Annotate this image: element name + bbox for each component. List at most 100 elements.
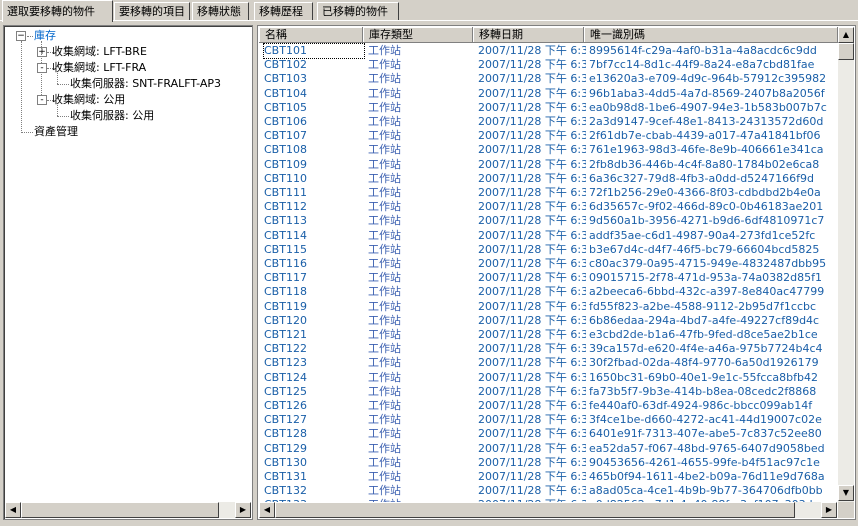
table-row[interactable]: CBT121 工作站 2007/11/28 下午 6:32:14e3cbd2de-b… [259, 328, 839, 342]
cell-migration-date: 2007/11/28 下午 6:32:14 [478, 399, 586, 412]
cell-inventory-type: 工作站 [368, 115, 401, 128]
cell-unique-id: 30f2fbad-02da-48f4-9770-6a50d1926179 [589, 356, 819, 370]
table-row[interactable]: CBT131 工作站 2007/11/28 下午 6:32:14465b0f94-1… [259, 470, 839, 484]
tree-connector [21, 41, 22, 131]
table-row[interactable]: CBT122 工作站 2007/11/28 下午 6:32:1439ca157d-e… [259, 342, 839, 356]
table-row[interactable]: CBT117 工作站 2007/11/28 下午 6:32:1409015715-2… [259, 271, 839, 285]
cell-inventory-type: 工作站 [368, 441, 401, 455]
table-row[interactable]: CBT129 工作站 2007/11/28 下午 6:32:14ea52da57-f… [259, 442, 839, 456]
cell-migration-date: 2007/11/28 下午 6:32:14 [478, 214, 586, 228]
cell-name: CBT106 [264, 115, 307, 128]
table-row[interactable]: CBT130 工作站 2007/11/28 下午 6:32:1490453656-4… [259, 456, 839, 470]
table-row[interactable]: CBT123 工作站 2007/11/28 下午 6:32:1430f2fbad-0… [259, 356, 839, 370]
cell-unique-id: 6401e91f-7313-407e-abe5-7c837c52ee80 [589, 427, 822, 441]
table-row[interactable]: CBT106 工作站 2007/11/28 下午 6:32:142a3d9147-9… [259, 115, 839, 129]
scroll-up-button[interactable]: ▲ [838, 27, 854, 43]
cell-unique-id: ea52da57-f067-48bd-9765-6407d9058bed [589, 441, 825, 455]
table-row[interactable]: CBT111 工作站 2007/11/28 下午 6:32:1472f1b256-2… [259, 186, 839, 200]
cell-name: CBT105 [264, 100, 307, 114]
collapse-icon[interactable]: − [16, 31, 26, 41]
tree-connector [57, 73, 58, 84]
tab-select-objects[interactable]: 選取要移轉的物件 [2, 0, 113, 22]
scroll-left-button[interactable]: ◀ [5, 502, 21, 518]
tab-migration-status[interactable]: 移轉狀態 [192, 2, 249, 20]
cell-inventory-type: 工作站 [368, 484, 401, 498]
table-row[interactable]: CBT132 工作站 2007/11/28 下午 6:32:14a8ad05ca-4… [259, 484, 839, 498]
tab-migrated-objects[interactable]: 已移轉的物件 [317, 2, 399, 20]
vertical-scrollbar-track[interactable] [838, 43, 854, 502]
column-header-inventory-type[interactable]: 庫存類型 [363, 27, 473, 43]
scroll-right-button[interactable]: ▶ [821, 502, 837, 518]
table-row[interactable]: CBT101工作站 2007/11/28 下午 6:32:148995614f-c… [259, 43, 839, 59]
cell-inventory-type: 工作站 [368, 86, 401, 100]
table-row[interactable]: CBT126 工作站 2007/11/28 下午 6:32:14fe440af0-6… [259, 399, 839, 413]
horizontal-scrollbar-thumb[interactable] [21, 502, 219, 518]
scroll-left-button[interactable]: ◀ [259, 502, 275, 518]
table-row[interactable]: CBT118 工作站 2007/11/28 下午 6:32:14a2beeca6-6… [259, 285, 839, 299]
table-row[interactable]: CBT109 工作站 2007/11/28 下午 6:32:142fb8db36-4… [259, 158, 839, 172]
horizontal-scrollbar-thumb[interactable] [275, 502, 795, 518]
inventory-tree[interactable]: − 庫存 + 收集網域: LFT-BRE - 收集網域: LFT-FRA 收集伺… [3, 25, 253, 520]
tab-items-to-migrate[interactable]: 要移轉的項目 [114, 2, 190, 20]
column-header-unique-id[interactable]: 唯一識別碼 [584, 27, 838, 43]
tree-node-inventory[interactable]: 庫存 [34, 28, 56, 44]
tab-migration-history[interactable]: 移轉歷程 [254, 2, 313, 20]
table-row[interactable]: CBT103 工作站 2007/11/28 下午 6:32:14e13620a3-e… [259, 72, 839, 86]
tree-connector [21, 132, 33, 133]
cell-unique-id: 90453656-4261-4655-99fe-b4f51ac97c1e [589, 455, 820, 469]
scroll-down-button[interactable]: ▼ [838, 485, 854, 501]
cell-migration-date: 2007/11/28 下午 6:32:14 [478, 413, 586, 427]
table-row[interactable]: CBT114 工作站 2007/11/28 下午 6:32:14addf35ae-c… [259, 229, 839, 243]
collapse-icon[interactable]: - [37, 63, 47, 73]
cell-unique-id: 96b1aba3-4dd5-4a7d-8569-2407b8a2056f [589, 86, 825, 100]
table-row[interactable]: CBT115 工作站 2007/11/28 下午 6:32:14b3e67d4c-d… [259, 243, 839, 257]
cell-migration-date: 2007/11/28 下午 6:32:14 [478, 342, 586, 356]
table-row[interactable]: CBT116 工作站 2007/11/28 下午 6:32:14c80ac379-0… [259, 257, 839, 271]
table-row[interactable]: CBT124 工作站 2007/11/28 下午 6:32:141650bc31-6… [259, 371, 839, 385]
table-row[interactable]: CBT120 工作站 2007/11/28 下午 6:32:146b86edaa-2… [259, 314, 839, 328]
cell-name: CBT107 [264, 129, 307, 143]
cell-name: CBT132 [264, 484, 307, 498]
collapse-icon[interactable]: - [37, 95, 47, 105]
cell-unique-id: fd55f823-a2be-4588-9112-2b95d7f1ccbc [589, 299, 817, 313]
cell-unique-id: ea0b98d8-1be6-4907-94e3-1b583b007b7c [589, 100, 827, 114]
tree-node-server-snt-fralft-ap3[interactable]: 收集伺服器: SNT-FRALFT-AP3 [70, 76, 221, 92]
cell-migration-date: 2007/11/28 下午 6:32:14 [478, 356, 586, 370]
cell-inventory-type: 工作站 [368, 370, 401, 384]
table-row[interactable]: CBT104 工作站 2007/11/28 下午 6:32:1496b1aba3-4… [259, 87, 839, 101]
cell-migration-date: 2007/11/28 下午 6:32:14 [478, 427, 586, 441]
table-row[interactable]: CBT108 工作站 2007/11/28 下午 6:32:14761e1963-9… [259, 143, 839, 157]
cell-name: CBT123 [264, 356, 307, 370]
table-row[interactable]: CBT107 工作站 2007/11/28 下午 6:32:142f61db7e-c… [259, 129, 839, 143]
table-row[interactable]: CBT128 工作站 2007/11/28 下午 6:32:146401e91f-7… [259, 427, 839, 441]
cell-migration-date: 2007/11/28 下午 6:32:14 [478, 257, 586, 270]
table-row[interactable]: CBT110 工作站 2007/11/28 下午 6:32:146a36c327-7… [259, 172, 839, 186]
scroll-right-button[interactable]: ▶ [235, 502, 251, 518]
cell-name: CBT128 [264, 427, 307, 441]
tree-node-domain-lft-fra[interactable]: 收集網域: LFT-FRA [52, 60, 146, 76]
cell-name: CBT116 [264, 257, 307, 270]
table-row[interactable]: CBT113 工作站 2007/11/28 下午 6:32:149d560a1b-3… [259, 214, 839, 228]
tree-node-domain-public[interactable]: 收集網域: 公用 [52, 92, 125, 108]
table-row[interactable]: CBT112 工作站 2007/11/28 下午 6:32:146d35657c-9… [259, 200, 839, 214]
cell-name: CBT113 [264, 214, 307, 228]
tree-node-server-public[interactable]: 收集伺服器: 公用 [70, 108, 154, 124]
vertical-scrollbar-thumb[interactable] [838, 43, 854, 60]
cell-migration-date: 2007/11/28 下午 6:32:14 [478, 186, 586, 199]
migration-object-list[interactable]: 名稱 庫存類型 移轉日期 唯一識別碼 CBT101 工作站 2007/11/28 下… [257, 25, 856, 520]
table-row[interactable]: CBT127 工作站 2007/11/28 下午 6:32:143f4ce1be-d… [259, 413, 839, 427]
cell-inventory-type: 工作站 [368, 157, 401, 171]
cell-unique-id: 2f61db7e-cbab-4439-a017-47a41841bf06 [589, 129, 821, 143]
table-row[interactable]: CBT105 工作站 2007/11/28 下午 6:32:14ea0b98d8-1… [259, 101, 839, 115]
expand-icon[interactable]: + [37, 47, 47, 57]
column-header-migration-date[interactable]: 移轉日期 [473, 27, 584, 43]
table-row[interactable]: CBT102 工作站 2007/11/28 下午 6:32:147bf7cc14-8… [259, 58, 839, 72]
cell-unique-id: 72f1b256-29e0-4366-8f03-cdbdbd2b4e0a [589, 186, 821, 199]
cell-migration-date: 2007/11/28 下午 6:32:14 [478, 157, 586, 171]
tree-node-domain-lft-bre[interactable]: 收集網域: LFT-BRE [52, 44, 147, 60]
table-row[interactable]: CBT125 工作站 2007/11/28 下午 6:32:14fa73b5f7-9… [259, 385, 839, 399]
tree-node-asset-management[interactable]: 資產管理 [34, 124, 78, 140]
table-row[interactable]: CBT119 工作站 2007/11/28 下午 6:32:14fd55f823-a… [259, 300, 839, 314]
cell-migration-date: 2007/11/28 下午 6:32:14 [478, 271, 586, 285]
column-header-name[interactable]: 名稱 [259, 27, 363, 43]
